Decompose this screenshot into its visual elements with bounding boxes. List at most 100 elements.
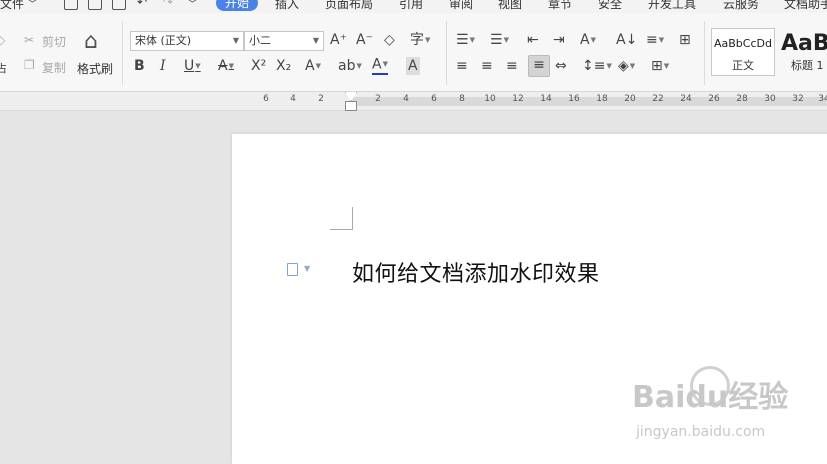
- tab-page-layout[interactable]: 页面布局: [325, 0, 373, 12]
- left-indent-marker[interactable]: [345, 101, 357, 111]
- font-color-icon[interactable]: A▼: [372, 57, 388, 75]
- tab-chapter[interactable]: 章节: [548, 0, 572, 12]
- ruler-tick-label: 18: [596, 94, 608, 104]
- align-center-icon[interactable]: ≡: [481, 57, 493, 75]
- ruler-tick-label: 2: [318, 94, 324, 104]
- align-left-icon[interactable]: ≡: [456, 57, 468, 75]
- format-painter-icon[interactable]: ⌂: [84, 29, 98, 54]
- numbered-list-icon[interactable]: ☰▼: [490, 31, 509, 49]
- paste-label-partial[interactable]: 占: [0, 60, 7, 76]
- bullet-list-icon[interactable]: ☰▼: [456, 31, 475, 49]
- align-justify-icon[interactable]: ≡: [528, 55, 550, 77]
- font-family-value: 宋体 (正文): [135, 34, 192, 47]
- ruler-tick-label: 20: [624, 94, 636, 104]
- copy-button[interactable]: 复制: [42, 59, 66, 76]
- underline-icon[interactable]: U▼: [184, 57, 201, 75]
- file-menu[interactable]: 文件: [0, 0, 24, 12]
- paragraph-layout-icon[interactable]: [287, 263, 298, 276]
- text-direction-icon[interactable]: A▼: [580, 31, 596, 49]
- italic-icon[interactable]: I: [160, 57, 166, 75]
- tab-home[interactable]: 开始: [216, 0, 259, 11]
- ruler-tick-label: 16: [568, 94, 580, 104]
- divider: [704, 21, 705, 85]
- ribbon-toolbar: ◇ 占 ✂ 剪切 ❐ 复制 ⌂ 格式刷 宋体 (正文) ▼ 小二 ▼ A⁺ A⁻…: [0, 13, 827, 92]
- highlight-icon[interactable]: ab▼: [338, 57, 362, 75]
- distributed-align-icon[interactable]: ⇔: [555, 57, 567, 75]
- menu-bar: 文件 ﹀ ↶ ↷ ﹀ 开始 插入 页面布局 引用 审阅 视图 章节 安全 开发工…: [0, 0, 827, 13]
- decrease-indent-icon[interactable]: ⇤: [527, 31, 539, 49]
- grow-font-icon[interactable]: A⁺: [330, 31, 347, 49]
- clear-format-icon[interactable]: ◇: [384, 31, 395, 49]
- tab-references[interactable]: 引用: [399, 0, 423, 12]
- divider: [122, 21, 123, 85]
- bold-icon[interactable]: B: [134, 57, 145, 75]
- ruler-tick-label: 34: [818, 94, 827, 104]
- style-preview: AaB: [781, 31, 827, 56]
- quick-access-dropdown-icon[interactable]: ﹀: [188, 0, 197, 10]
- style-name: 标题 1: [791, 59, 824, 72]
- align-right-icon[interactable]: ≡: [506, 57, 518, 75]
- tab-insert[interactable]: 插入: [275, 0, 299, 12]
- horizontal-ruler[interactable]: 6 4 2 2 4 6 8 10 12 14 16 18 20 22 24 26 28 30 32 34: [0, 92, 827, 111]
- shading-icon[interactable]: ◈▼: [618, 57, 635, 75]
- baidu-watermark: Baidu经验: [632, 380, 789, 415]
- text-effect-icon[interactable]: A▼: [305, 57, 321, 75]
- chevron-down-icon[interactable]: ﹀: [28, 0, 37, 10]
- paste-edge-icon[interactable]: ◇: [0, 33, 5, 47]
- increase-indent-icon[interactable]: ⇥: [553, 31, 565, 49]
- ruler-tick-label: 28: [736, 94, 748, 104]
- margin-corner-mark: [330, 207, 353, 230]
- ruler-tick-label: 30: [764, 94, 776, 104]
- phonetic-guide-icon[interactable]: 字▼: [410, 31, 430, 49]
- tab-review[interactable]: 审阅: [449, 0, 473, 12]
- borders-icon[interactable]: ⊞▼: [651, 57, 669, 75]
- style-preview: AaBbCcDd: [714, 37, 772, 50]
- redo-icon[interactable]: ↷: [163, 0, 173, 9]
- shrink-font-icon[interactable]: A⁻: [356, 31, 373, 49]
- style-name: 正文: [732, 59, 754, 72]
- line-spacing-icon[interactable]: ↕≡▼: [582, 57, 612, 75]
- font-family-select[interactable]: 宋体 (正文) ▼: [130, 31, 244, 51]
- tab-developer[interactable]: 开发工具: [648, 0, 696, 12]
- ruler-tick-label: 6: [263, 94, 269, 104]
- cut-button[interactable]: 剪切: [42, 33, 66, 50]
- char-shading-icon[interactable]: A: [406, 57, 420, 75]
- save-icon[interactable]: [64, 0, 78, 10]
- chevron-down-icon: ▼: [232, 36, 239, 45]
- ruler-tick-label: 22: [652, 94, 664, 104]
- copy-icon[interactable]: ❐: [24, 58, 35, 72]
- tab-cloud-service[interactable]: 云服务: [723, 0, 759, 12]
- ruler-tick-label: 12: [512, 94, 524, 104]
- ruler-tick-label: 4: [403, 94, 409, 104]
- ruler-tick-label: 32: [792, 94, 804, 104]
- tab-document-assistant[interactable]: 文档助手: [784, 0, 827, 12]
- ruler-tick-label: 6: [431, 94, 437, 104]
- baidu-watermark-url: jingyan.baidu.com: [636, 424, 766, 440]
- ruler-tick-label: 8: [459, 94, 465, 104]
- line-spacing-adjust-icon[interactable]: ≡▼: [646, 31, 664, 49]
- strikethrough-icon[interactable]: A▼: [218, 57, 234, 75]
- ruler-tick-label: 2: [375, 94, 381, 104]
- ruler-tick-label: 10: [484, 94, 496, 104]
- table-border-icon[interactable]: ⊞: [679, 31, 691, 49]
- subscript-icon[interactable]: X₂: [276, 57, 291, 75]
- tab-security[interactable]: 安全: [598, 0, 622, 12]
- tab-view[interactable]: 视图: [498, 0, 522, 12]
- print-icon[interactable]: [88, 0, 102, 10]
- undo-icon[interactable]: ↶: [137, 0, 147, 9]
- chevron-down-icon: ▼: [312, 36, 319, 45]
- format-painter-button[interactable]: 格式刷: [77, 60, 113, 77]
- ruler-tick-label: 26: [708, 94, 720, 104]
- divider: [446, 21, 447, 85]
- chevron-down-icon[interactable]: ▼: [304, 264, 310, 273]
- style-heading-1[interactable]: AaB 标题 1: [776, 28, 827, 76]
- style-normal[interactable]: AaBbCcDd 正文: [711, 28, 775, 76]
- print-preview-icon[interactable]: [112, 0, 126, 10]
- sort-icon[interactable]: A↓: [616, 31, 637, 49]
- ruler-tick-label: 24: [680, 94, 692, 104]
- document-title-text[interactable]: 如何给文档添加水印效果: [352, 256, 600, 288]
- cut-icon[interactable]: ✂: [24, 33, 34, 47]
- superscript-icon[interactable]: X²: [251, 57, 266, 75]
- ruler-tick-label: 14: [540, 94, 552, 104]
- font-size-select[interactable]: 小二 ▼: [244, 31, 324, 51]
